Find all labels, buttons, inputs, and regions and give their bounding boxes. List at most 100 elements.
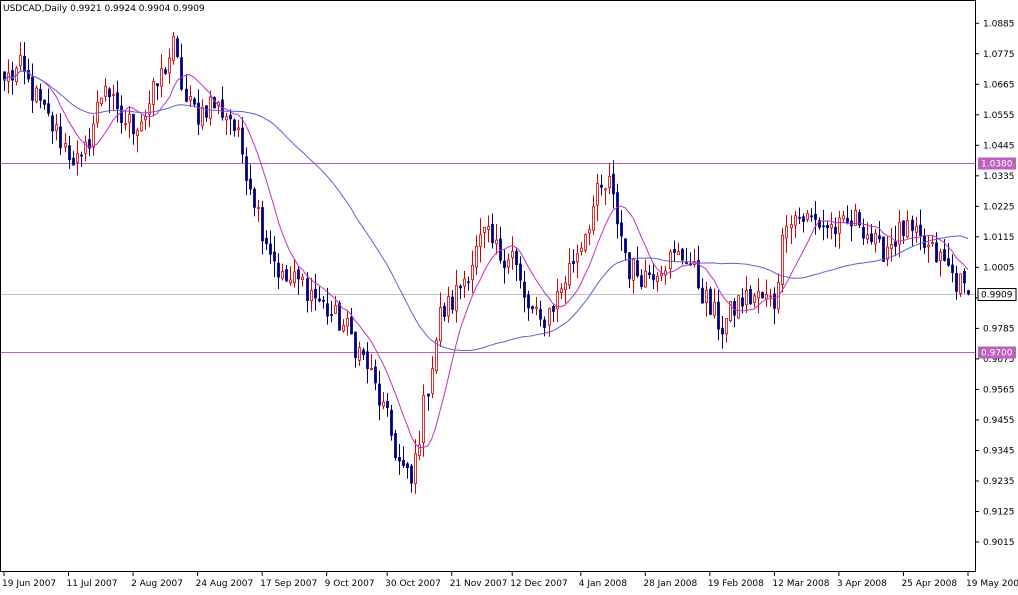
- candle-body-down: [51, 115, 54, 132]
- candle-body-down: [398, 456, 401, 462]
- candle-body-up: [725, 318, 728, 335]
- candle-body-down: [185, 88, 188, 102]
- candle-body-down: [241, 127, 244, 155]
- candle-body-down: [23, 55, 26, 72]
- candle-body-down: [894, 241, 897, 247]
- y-tick-label: 1.0665: [983, 80, 1015, 90]
- candle-body-up: [737, 295, 740, 319]
- candle-body-down: [491, 224, 494, 244]
- x-tick-label: 3 Apr 2008: [837, 579, 887, 589]
- candle-body-up: [781, 234, 784, 285]
- candle-body-up: [418, 444, 421, 456]
- candle-body-up: [414, 453, 417, 484]
- candle-body-up: [588, 229, 591, 234]
- candle-body-up: [705, 290, 708, 304]
- x-tick-label: 19 May 2008: [966, 579, 1018, 589]
- x-tick-label: 24 Aug 2007: [196, 579, 254, 589]
- candle-body-up: [487, 226, 490, 230]
- candle-body-down: [531, 306, 534, 310]
- candle-body-down: [640, 275, 643, 287]
- candle-body-up: [112, 94, 115, 96]
- candle-body-up: [660, 273, 663, 277]
- level-price-label: 1.0380: [981, 160, 1013, 170]
- candle-body-down: [213, 97, 216, 109]
- candle-body-down: [882, 236, 885, 262]
- candle-body-up: [842, 215, 845, 220]
- candle-body-up: [471, 264, 474, 281]
- candle-body-down: [761, 292, 764, 299]
- candle-body-up: [483, 226, 486, 233]
- candle-body-down: [834, 226, 837, 235]
- candle-body-down: [261, 207, 264, 242]
- candle-body-up: [753, 295, 756, 303]
- candle-body-down: [273, 251, 276, 262]
- candle-body-up: [656, 275, 659, 283]
- candle-body-down: [80, 154, 83, 157]
- candle-body-down: [963, 270, 966, 284]
- candle-body-down: [685, 262, 688, 264]
- candle-body-down: [951, 264, 954, 274]
- candle-body-down: [193, 98, 196, 105]
- chart-container: 1.0885 1.0775 1.0665 1.0555 1.0445 1.0335 1.02…: [0, 0, 1018, 591]
- candle: [584, 233, 587, 253]
- candle-body-up: [632, 259, 635, 281]
- candle-body-up: [76, 153, 79, 163]
- x-tick-label: 17 Sep 2007: [260, 579, 317, 589]
- candle-body-up: [144, 116, 147, 121]
- candle-body-down: [253, 188, 256, 208]
- candle-body-down: [410, 465, 413, 484]
- candle-body-down: [197, 102, 200, 125]
- candle-body-up: [931, 241, 934, 244]
- candle-body-up: [866, 234, 869, 240]
- candle-body-down: [233, 119, 236, 131]
- candle: [761, 291, 764, 299]
- x-tick-label: 12 Mar 2008: [772, 579, 829, 589]
- candle-body-down: [285, 269, 288, 282]
- candle-body-up: [511, 250, 514, 259]
- candle-body-up: [580, 247, 583, 252]
- candle-body-up: [100, 97, 103, 105]
- candle-body-down: [72, 157, 75, 166]
- candle-body-down: [515, 250, 518, 266]
- candle-body-down: [362, 349, 365, 355]
- candle-body-up: [201, 106, 204, 127]
- y-tick-label: 1.0555: [983, 111, 1015, 121]
- candle-body-up: [604, 188, 607, 191]
- candle-body-up: [745, 290, 748, 306]
- candle-body-down: [673, 249, 676, 253]
- candle-body-down: [741, 297, 744, 307]
- candle-body-down: [902, 220, 905, 237]
- candle-body-down: [120, 105, 123, 123]
- level-price-label: 0.9700: [981, 349, 1013, 359]
- y-tick-label: 0.9345: [983, 446, 1015, 456]
- candle-body-down: [503, 260, 506, 269]
- candle-body-down: [386, 400, 389, 408]
- candle-body-up: [92, 123, 95, 148]
- candle-body-up: [189, 96, 192, 101]
- candle-body-down: [318, 298, 321, 302]
- candle-body-down: [846, 217, 849, 223]
- candle-body-up: [136, 129, 139, 137]
- candle-body-up: [830, 224, 833, 229]
- candle-body-down: [314, 288, 317, 299]
- candle-body-up: [168, 57, 171, 74]
- candle: [35, 85, 38, 104]
- candle-body-up: [128, 113, 131, 124]
- x-tick-label: 11 Jul 2007: [67, 579, 118, 589]
- candle-body-down: [628, 252, 631, 280]
- candle-body-down: [572, 261, 575, 264]
- candle-body-up: [769, 295, 772, 298]
- candle-body-down: [552, 306, 555, 312]
- y-tick-label: 1.0445: [983, 141, 1015, 151]
- candle-body-up: [55, 124, 58, 132]
- candle-body-down: [499, 238, 502, 261]
- candle-body-down: [523, 281, 526, 298]
- candle-body-up: [289, 279, 292, 284]
- candle-body-down: [277, 262, 280, 278]
- candle-body-up: [906, 220, 909, 238]
- candle-body-up: [35, 87, 38, 103]
- candle-body-up: [584, 234, 587, 251]
- candle-body-down: [749, 289, 752, 305]
- candle-body-up: [785, 225, 788, 239]
- x-tick-label: 25 Apr 2008: [901, 579, 957, 589]
